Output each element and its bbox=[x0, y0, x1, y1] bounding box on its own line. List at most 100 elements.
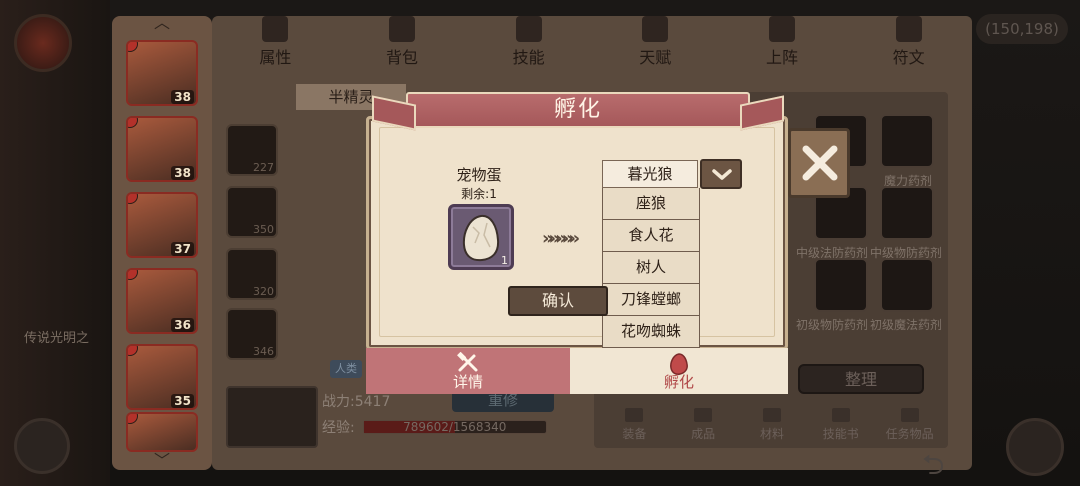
arrow-chevrons-icon: »»»»» bbox=[542, 228, 580, 249]
hero-card[interactable]: 38 bbox=[126, 40, 198, 106]
hero-card[interactable]: 35 bbox=[126, 344, 198, 410]
crossed-swords-icon bbox=[768, 16, 795, 42]
pet-egg-icon bbox=[462, 214, 500, 262]
item-label: 初级物防药剂 bbox=[796, 318, 869, 332]
rank-badge bbox=[128, 42, 138, 52]
close-icon bbox=[802, 145, 838, 181]
category-label: 装备 bbox=[622, 427, 647, 441]
tab-hatch[interactable]: 孵化 bbox=[570, 348, 788, 394]
coin-counter: (150,198) bbox=[976, 14, 1068, 44]
pet-select[interactable]: 暮光狼 bbox=[602, 160, 698, 188]
menu-orb-button[interactable] bbox=[14, 418, 70, 474]
egg-count: 1 bbox=[501, 254, 508, 267]
egg-remaining: 剩余:1 bbox=[461, 187, 497, 201]
close-button[interactable] bbox=[788, 128, 850, 198]
slot-count: 346 bbox=[253, 345, 274, 358]
sort-button[interactable]: 整理 bbox=[798, 364, 924, 394]
inventory-slot[interactable] bbox=[880, 114, 934, 168]
dropdown-toggle[interactable] bbox=[700, 159, 742, 189]
tab-label: 背包 bbox=[385, 48, 418, 67]
hero-card[interactable] bbox=[126, 412, 198, 452]
quest-item-icon bbox=[900, 408, 919, 422]
pet-slot[interactable] bbox=[226, 386, 318, 448]
rank-badge bbox=[128, 118, 138, 128]
category-skillbooks[interactable]: 技能书 bbox=[811, 406, 871, 446]
tab-skills[interactable]: 技能 bbox=[489, 16, 569, 68]
hero-card[interactable]: 36 bbox=[126, 268, 198, 334]
inventory-slot[interactable] bbox=[880, 258, 934, 312]
rank-badge bbox=[128, 414, 138, 424]
corner-orb-button[interactable] bbox=[1006, 418, 1064, 476]
inventory-slot[interactable] bbox=[880, 186, 934, 240]
tab-label: 详情 bbox=[452, 373, 483, 391]
bag-icon bbox=[388, 16, 415, 42]
egg-name: 宠物蛋 bbox=[456, 166, 502, 184]
equip-slot[interactable]: 320 bbox=[226, 248, 278, 300]
skillbook-icon bbox=[831, 408, 850, 422]
exp-label: 经验: bbox=[322, 420, 355, 436]
tab-bag[interactable]: 背包 bbox=[362, 16, 442, 68]
hero-card[interactable]: 37 bbox=[126, 192, 198, 258]
pet-option[interactable]: 食人花 bbox=[602, 220, 700, 252]
pet-option[interactable]: 花吻蜘蛛 bbox=[602, 316, 700, 348]
item-label: 初级魔法药剂 bbox=[870, 318, 943, 332]
hero-list: ︿ 38 38 37 36 35 ﹀ bbox=[112, 15, 212, 470]
hero-level: 38 bbox=[171, 166, 194, 180]
top-tab-bar: 属性 背包 技能 天赋 上阵 符文 bbox=[212, 16, 972, 68]
category-label: 技能书 bbox=[822, 427, 859, 441]
background-text: 传说光明之 bbox=[24, 331, 90, 346]
hero-level: 35 bbox=[171, 394, 194, 408]
category-label: 任务物品 bbox=[885, 427, 934, 441]
equip-slot[interactable]: 227 bbox=[226, 124, 278, 176]
player-avatar[interactable] bbox=[14, 14, 72, 72]
tab-runes[interactable]: 符文 bbox=[869, 16, 949, 68]
confirm-button[interactable]: 确认 bbox=[508, 286, 608, 316]
equip-slot[interactable]: 346 bbox=[226, 308, 278, 360]
tab-label: 属性 bbox=[259, 48, 292, 67]
rank-badge bbox=[128, 270, 138, 280]
chevron-down-icon bbox=[712, 169, 732, 180]
hero-level: 36 bbox=[171, 318, 194, 332]
tab-label: 上阵 bbox=[765, 48, 798, 67]
product-icon bbox=[694, 408, 713, 422]
hero-card[interactable]: 38 bbox=[126, 116, 198, 182]
inventory-categories: 装备 成品 材料 技能书 任务物品 bbox=[600, 406, 944, 446]
slot-count: 350 bbox=[253, 223, 274, 236]
exp-bar: 789602/1568340 bbox=[362, 420, 547, 434]
pet-option[interactable]: 座狼 bbox=[602, 188, 700, 220]
race-tag: 人类 bbox=[330, 360, 362, 378]
chevron-down-icon[interactable]: ﹀ bbox=[148, 453, 176, 469]
category-quest-items[interactable]: 任务物品 bbox=[880, 406, 940, 446]
slot-count: 227 bbox=[253, 161, 274, 174]
hero-level: 37 bbox=[171, 242, 194, 256]
pet-option[interactable]: 树人 bbox=[602, 252, 700, 284]
chevron-up-icon[interactable]: ︿ bbox=[148, 15, 176, 31]
back-arrow-icon[interactable]: ⮌ bbox=[922, 444, 966, 481]
inventory-slot[interactable] bbox=[814, 258, 868, 312]
category-label: 材料 bbox=[759, 427, 784, 441]
pet-option[interactable]: 刀锋螳螂 bbox=[602, 284, 700, 316]
tab-deploy[interactable]: 上阵 bbox=[742, 16, 822, 68]
tab-detail[interactable]: 详情 bbox=[366, 348, 570, 394]
category-products[interactable]: 成品 bbox=[673, 406, 733, 446]
tab-label: 孵化 bbox=[663, 373, 694, 391]
category-equipment[interactable]: 装备 bbox=[604, 406, 664, 446]
equip-slot[interactable]: 350 bbox=[226, 186, 278, 238]
hero-level: 38 bbox=[171, 90, 194, 104]
rune-icon bbox=[895, 16, 922, 42]
tab-label: 符文 bbox=[892, 48, 925, 67]
dialog-title: 孵化 bbox=[406, 92, 750, 128]
tab-label: 天赋 bbox=[639, 48, 672, 67]
egg-slot[interactable]: 1 bbox=[448, 204, 514, 270]
tab-attributes[interactable]: 属性 bbox=[235, 16, 315, 68]
power-label: 战力:5417 bbox=[322, 394, 391, 410]
category-label: 成品 bbox=[691, 427, 716, 441]
category-materials[interactable]: 材料 bbox=[742, 406, 802, 446]
pet-options-list: 座狼 食人花 树人 刀锋螳螂 花吻蜘蛛 bbox=[602, 188, 700, 348]
slot-count: 320 bbox=[253, 285, 274, 298]
book-icon bbox=[515, 16, 542, 42]
tab-talent[interactable]: 天赋 bbox=[615, 16, 695, 68]
left-rail bbox=[0, 0, 110, 486]
rank-badge bbox=[128, 194, 138, 204]
flame-icon bbox=[262, 16, 289, 42]
